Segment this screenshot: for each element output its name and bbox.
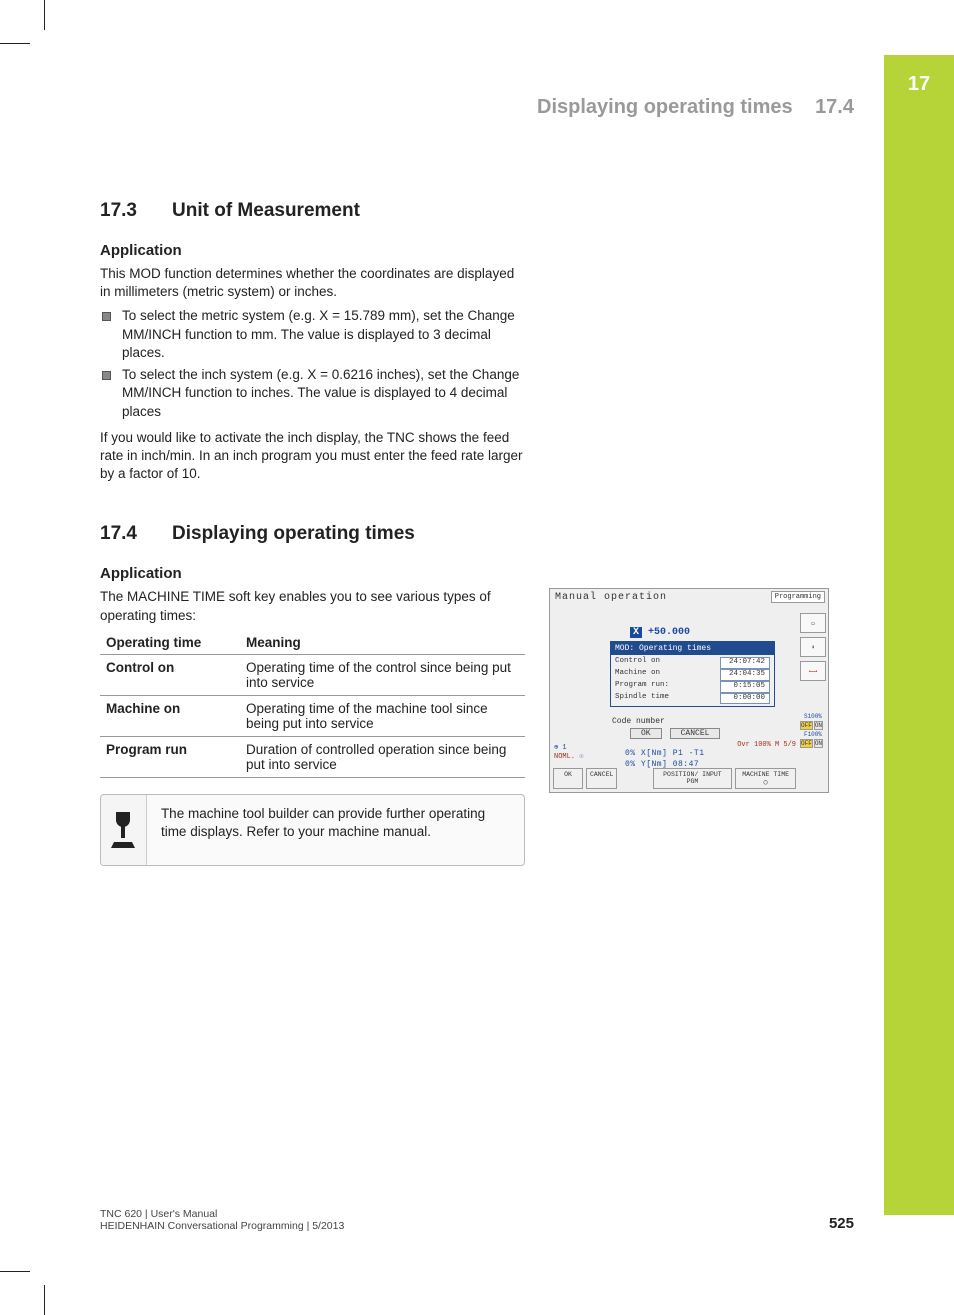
crop-mark xyxy=(0,1271,30,1272)
table-header: Meaning xyxy=(240,631,525,655)
ss-softkey-machine-time[interactable]: MACHINE TIME ◯ xyxy=(735,768,796,789)
ss-on-button[interactable]: ON xyxy=(814,721,823,730)
tnc-screenshot: Manual operation Programming X +50.000 MO… xyxy=(549,588,829,793)
ss-row-label: Program run: xyxy=(615,681,669,693)
body-text: The MACHINE TIME soft key enables you to… xyxy=(100,588,525,624)
page-footer: TNC 620 | User's Manual HEIDENHAIN Conve… xyxy=(100,1208,854,1232)
table-cell-key: Control on xyxy=(100,654,240,695)
section-heading-17-4: 17.4Displaying operating times xyxy=(100,523,840,545)
section-number: 17.4 xyxy=(100,523,172,545)
ss-side-button[interactable]: ⟵⟶ xyxy=(800,661,826,681)
bullet-list: To select the metric system (e.g. X = 15… xyxy=(100,307,525,420)
table-cell-value: Duration of controlled operation since b… xyxy=(240,736,525,777)
section-title: Displaying operating times xyxy=(172,523,415,544)
table-row: Control on Operating time of the control… xyxy=(100,654,525,695)
ss-side-button[interactable]: ▭ xyxy=(800,613,826,633)
ss-on-button[interactable]: ON xyxy=(814,739,823,748)
ss-off-button[interactable]: OFF xyxy=(800,721,813,730)
running-header: Displaying operating times 17.4 xyxy=(537,96,854,119)
ss-softkey-ok[interactable]: OK xyxy=(553,768,583,789)
subheading-application: Application xyxy=(100,565,840,582)
chapter-tab: 17 xyxy=(884,55,954,1215)
body-text: This MOD function determines whether the… xyxy=(100,265,525,301)
ss-axis-x-value: +50.000 xyxy=(648,627,690,638)
ss-side-button[interactable]: ⬍ xyxy=(800,637,826,657)
ss-s100-label: S100% xyxy=(800,713,826,720)
ss-status-right: Ovr 100% M 5/9 xyxy=(737,741,796,749)
footer-line-1: TNC 620 | User's Manual xyxy=(100,1208,344,1220)
ss-row-value: 24:04:35 xyxy=(720,669,770,681)
ss-programming-button[interactable]: Programming xyxy=(771,591,825,603)
ss-operating-times-dialog: MOD: Operating times Control on24:07:42 … xyxy=(610,641,775,707)
operating-times-table: Operating time Meaning Control on Operat… xyxy=(100,631,525,778)
note-text: The machine tool builder can provide fur… xyxy=(147,795,524,851)
body-text: If you would like to activate the inch d… xyxy=(100,429,525,484)
header-section-number: 17.4 xyxy=(815,96,854,118)
table-cell-key: Machine on xyxy=(100,695,240,736)
table-cell-value: Operating time of the machine tool since… xyxy=(240,695,525,736)
ss-row-label: Spindle time xyxy=(615,693,669,705)
list-item: To select the inch system (e.g. X = 0.62… xyxy=(100,366,525,421)
ss-cancel-button[interactable]: CANCEL xyxy=(670,728,721,739)
ss-code-number-label: Code number xyxy=(612,717,665,726)
ss-axis-line: 0% X[Nm] P1 -T1 xyxy=(625,749,705,759)
footer-line-2: HEIDENHAIN Conversational Programming | … xyxy=(100,1220,344,1232)
ss-ok-button[interactable]: OK xyxy=(630,728,662,739)
ss-coordinate-display: X +50.000 xyxy=(630,627,690,638)
section-heading-17-3: 17.3Unit of Measurement xyxy=(100,200,840,222)
header-title: Displaying operating times xyxy=(537,96,793,118)
section-number: 17.3 xyxy=(100,200,172,222)
ss-dialog-title: MOD: Operating times xyxy=(611,642,774,655)
section-title: Unit of Measurement xyxy=(172,200,360,221)
ss-axis-x-label: X xyxy=(630,627,642,638)
crop-mark xyxy=(44,0,45,30)
table-row: Machine on Operating time of the machine… xyxy=(100,695,525,736)
table-row: Program run Duration of controlled opera… xyxy=(100,736,525,777)
table-cell-value: Operating time of the control since bein… xyxy=(240,654,525,695)
table-header: Operating time xyxy=(100,631,240,655)
ss-row-label: Machine on xyxy=(615,669,660,681)
ss-row-value: 24:07:42 xyxy=(720,657,770,669)
ss-row-label: Control on xyxy=(615,657,660,669)
table-cell-key: Program run xyxy=(100,736,240,777)
machine-builder-icon xyxy=(101,795,147,865)
crop-mark xyxy=(0,43,30,44)
crop-mark xyxy=(44,1285,45,1315)
ss-mode-label: Manual operation xyxy=(555,592,667,603)
ss-softkey-position[interactable]: POSITION/ INPUT PGM xyxy=(653,768,733,789)
ss-off-button[interactable]: OFF xyxy=(800,739,813,748)
page-number: 525 xyxy=(829,1215,854,1232)
ss-noml-label: NOML. xyxy=(554,753,575,761)
ss-row-value: 0:15:05 xyxy=(720,681,770,693)
ss-f100-label: F100% xyxy=(800,731,826,738)
subheading-application: Application xyxy=(100,242,840,259)
list-item: To select the metric system (e.g. X = 15… xyxy=(100,307,525,362)
ss-row-value: 0:00:00 xyxy=(720,693,770,705)
note-box: The machine tool builder can provide fur… xyxy=(100,794,525,866)
ss-softkey-cancel[interactable]: CANCEL xyxy=(586,768,617,789)
